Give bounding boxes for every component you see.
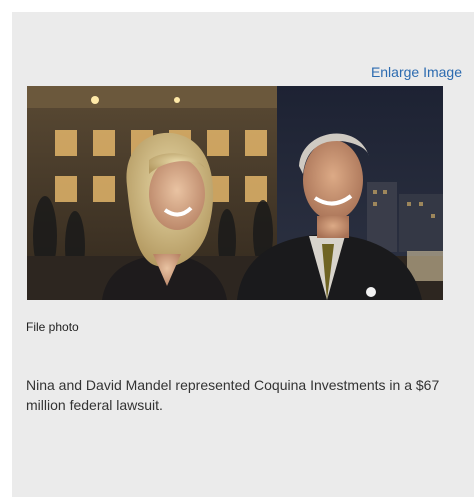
enlarge-image-link[interactable]: Enlarge Image <box>371 64 462 80</box>
news-photo[interactable] <box>27 86 443 300</box>
photo-caption: Nina and David Mandel represented Coquin… <box>26 377 440 413</box>
photo-illustration <box>27 86 443 300</box>
photo-credit: File photo <box>26 320 79 334</box>
image-panel: Enlarge Image File photo Nina and David … <box>12 12 474 497</box>
